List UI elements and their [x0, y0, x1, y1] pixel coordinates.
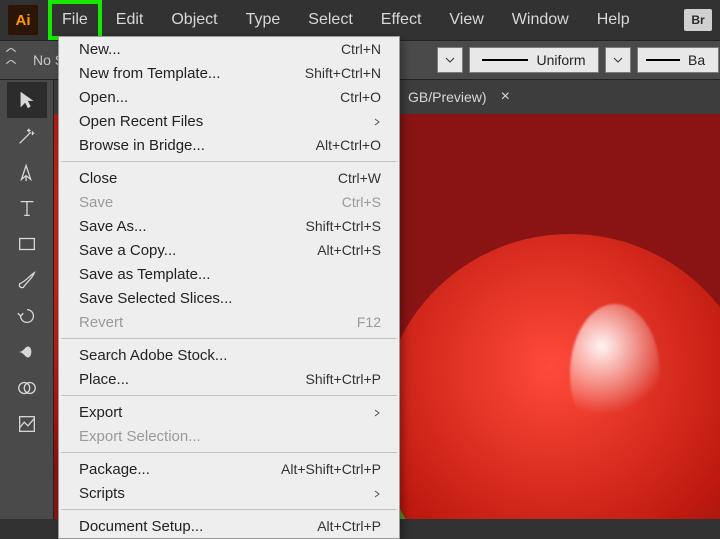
menu-item-shortcut: Alt+Shift+Ctrl+P: [281, 461, 381, 477]
menu-separator: [61, 395, 397, 396]
menu-item-label: Document Setup...: [79, 518, 317, 535]
collapse-panel-icon[interactable]: [3, 48, 19, 72]
stroke-preview-icon: [482, 57, 528, 63]
shape-builder-tool[interactable]: [7, 370, 47, 406]
submenu-arrow-icon: [371, 113, 381, 130]
canvas-artwork: [570, 304, 660, 444]
submenu-arrow-icon: [371, 404, 381, 421]
menu-item-shortcut: Shift+Ctrl+S: [306, 218, 381, 234]
menu-item-label: Open Recent Files: [79, 113, 371, 130]
menu-item-label: Save As...: [79, 218, 306, 235]
menu-item-label: Package...: [79, 461, 281, 478]
brush-preview-icon: [646, 57, 680, 63]
menu-item-label: Export: [79, 404, 371, 421]
magic-wand-tool[interactable]: [7, 118, 47, 154]
menu-object[interactable]: Object: [157, 0, 231, 40]
menu-item-label: Open...: [79, 89, 340, 106]
menu-separator: [61, 509, 397, 510]
file-menu-item[interactable]: CloseCtrl+W: [59, 166, 399, 190]
menu-select[interactable]: Select: [294, 0, 366, 40]
menu-item-label: Save: [79, 194, 342, 211]
file-menu-dropdown: New...Ctrl+NNew from Template...Shift+Ct…: [58, 36, 400, 539]
menu-item-label: Save as Template...: [79, 266, 381, 283]
menu-item-label: Save Selected Slices...: [79, 290, 381, 307]
stroke-profile-dropdown[interactable]: [605, 47, 631, 73]
file-menu-item[interactable]: Save as Template...: [59, 262, 399, 286]
file-menu-item[interactable]: Document Setup...Alt+Ctrl+P: [59, 514, 399, 538]
menu-item-shortcut: Alt+Ctrl+O: [316, 137, 381, 153]
file-menu-item: RevertF12: [59, 310, 399, 334]
file-menu-item[interactable]: Save a Copy...Alt+Ctrl+S: [59, 238, 399, 262]
menu-separator: [61, 338, 397, 339]
menu-item-label: Search Adobe Stock...: [79, 347, 381, 364]
menu-type[interactable]: Type: [232, 0, 295, 40]
menu-item-shortcut: Alt+Ctrl+S: [317, 242, 381, 258]
file-menu-item[interactable]: New from Template...Shift+Ctrl+N: [59, 61, 399, 85]
menu-item-label: Browse in Bridge...: [79, 137, 316, 154]
stroke-profile-select[interactable]: Uniform: [469, 47, 599, 73]
file-menu-item: SaveCtrl+S: [59, 190, 399, 214]
file-menu-item[interactable]: Open Recent Files: [59, 109, 399, 133]
app-logo: Ai: [8, 5, 38, 35]
menu-view[interactable]: View: [435, 0, 497, 40]
file-menu-item[interactable]: Browse in Bridge...Alt+Ctrl+O: [59, 133, 399, 157]
menu-edit[interactable]: Edit: [102, 0, 158, 40]
menu-window[interactable]: Window: [498, 0, 583, 40]
rectangle-tool[interactable]: [7, 226, 47, 262]
close-tab-button[interactable]: ×: [501, 89, 510, 105]
menu-item-shortcut: Ctrl+W: [338, 170, 381, 186]
file-menu-item[interactable]: Place...Shift+Ctrl+P: [59, 367, 399, 391]
width-tool[interactable]: [7, 334, 47, 370]
document-tab-title: GB/Preview): [408, 89, 487, 105]
menu-item-shortcut: Ctrl+O: [340, 89, 381, 105]
paintbrush-tool[interactable]: [7, 262, 47, 298]
tool-panel: [0, 80, 54, 519]
menu-item-label: Place...: [79, 371, 306, 388]
menu-bar: Ai File Edit Object Type Select Effect V…: [0, 0, 720, 40]
file-menu-item[interactable]: Export: [59, 400, 399, 424]
menu-separator: [61, 452, 397, 453]
file-menu-item[interactable]: Search Adobe Stock...: [59, 343, 399, 367]
file-menu-item[interactable]: Open...Ctrl+O: [59, 85, 399, 109]
menu-item-label: Revert: [79, 314, 357, 331]
menu-item-shortcut: Ctrl+N: [341, 41, 381, 57]
stroke-profile-label: Uniform: [536, 52, 585, 68]
file-menu-item[interactable]: Save Selected Slices...: [59, 286, 399, 310]
menu-effect[interactable]: Effect: [367, 0, 436, 40]
file-menu-item[interactable]: New...Ctrl+N: [59, 37, 399, 61]
selection-tool[interactable]: [7, 82, 47, 118]
brush-label: Ba: [688, 52, 705, 68]
menu-item-shortcut: Alt+Ctrl+P: [317, 518, 381, 534]
menu-item-shortcut: Shift+Ctrl+P: [306, 371, 381, 387]
options-dropdown-1[interactable]: [437, 47, 463, 73]
rotate-tool[interactable]: [7, 298, 47, 334]
file-menu-item[interactable]: Scripts: [59, 481, 399, 505]
image-trace-tool[interactable]: [7, 406, 47, 442]
bridge-badge[interactable]: Br: [684, 9, 712, 31]
menu-separator: [61, 161, 397, 162]
canvas-artwork: [380, 234, 720, 519]
menu-item-shortcut: Shift+Ctrl+N: [305, 65, 381, 81]
menu-item-label: New from Template...: [79, 65, 305, 82]
menu-item-shortcut: F12: [357, 314, 381, 330]
type-tool[interactable]: [7, 190, 47, 226]
file-menu-item[interactable]: Save As...Shift+Ctrl+S: [59, 214, 399, 238]
document-tab[interactable]: GB/Preview) ×: [396, 80, 522, 114]
menu-help[interactable]: Help: [583, 0, 644, 40]
menu-item-shortcut: Ctrl+S: [342, 194, 381, 210]
menu-item-label: Scripts: [79, 485, 371, 502]
menu-item-label: New...: [79, 41, 341, 58]
pen-tool[interactable]: [7, 154, 47, 190]
menu-item-label: Close: [79, 170, 338, 187]
menu-item-label: Export Selection...: [79, 428, 381, 445]
brush-select[interactable]: Ba: [637, 47, 719, 73]
file-menu-item[interactable]: Package...Alt+Shift+Ctrl+P: [59, 457, 399, 481]
submenu-arrow-icon: [371, 485, 381, 502]
menu-file[interactable]: File: [48, 0, 102, 40]
file-menu-item: Export Selection...: [59, 424, 399, 448]
menu-item-label: Save a Copy...: [79, 242, 317, 259]
